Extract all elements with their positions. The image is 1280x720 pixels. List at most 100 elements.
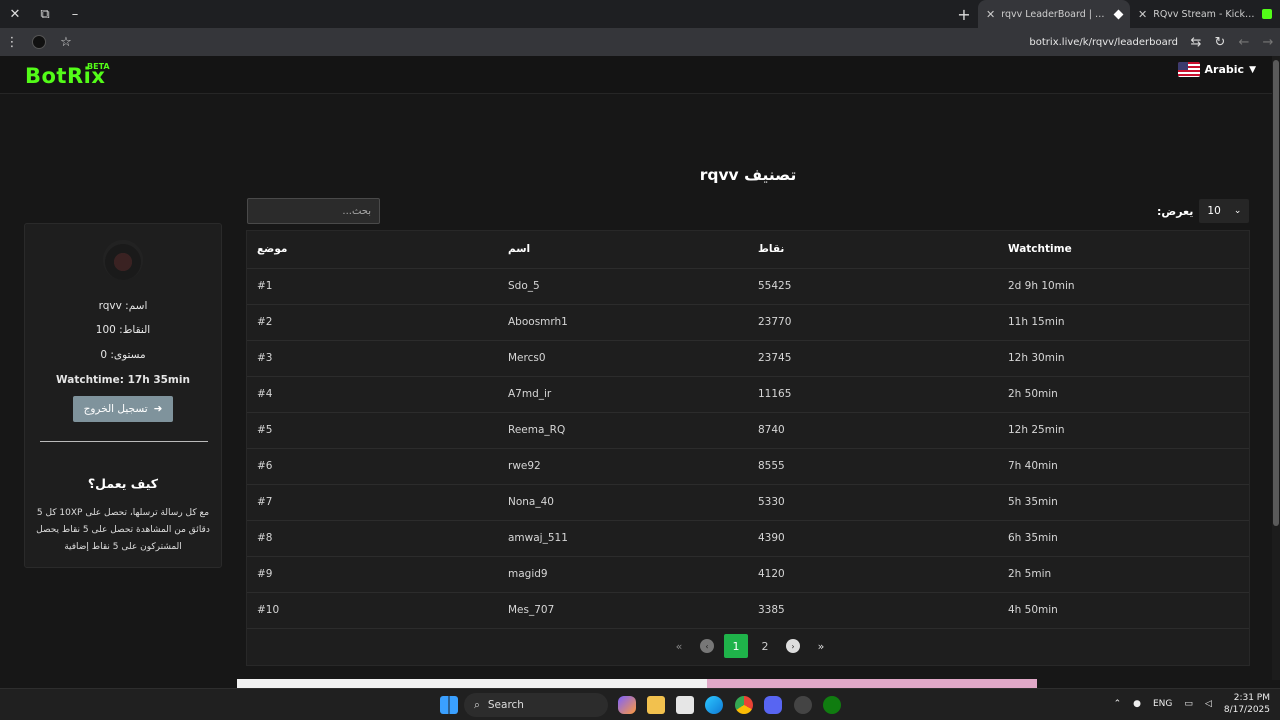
cell-position: #3 [247, 340, 498, 377]
taskbar-search[interactable]: ⌕ Search [464, 693, 608, 717]
microphone-icon[interactable]: ● [1133, 699, 1141, 709]
xbox-icon[interactable] [823, 696, 841, 714]
windows-start-icon[interactable] [440, 696, 458, 714]
logout-label: تسجيل الخروج [83, 403, 148, 415]
us-flag-icon [1177, 62, 1200, 77]
cell-points: 8555 [748, 448, 998, 485]
cell-name: Nona_40 [498, 484, 748, 521]
table-row: #1 Sdo_5 55425 2d 9h 10min [247, 268, 1249, 305]
steam-icon[interactable] [794, 696, 812, 714]
clock-time: 2:31 PM [1233, 693, 1270, 703]
copilot-icon[interactable] [618, 696, 636, 714]
botrix-favicon [1113, 9, 1124, 19]
new-tab-button[interactable]: + [950, 0, 978, 28]
table-row: #5 Reema_RQ 8740 12h 25min [247, 412, 1249, 449]
language-label: Arabic [1204, 63, 1245, 76]
rows-per-page-value: 10 [1207, 205, 1221, 217]
header-position: موضع [247, 231, 498, 269]
tab-leaderboard[interactable]: ✕ rqvv LeaderBoard | The best Ch [978, 0, 1130, 28]
back-icon[interactable]: ← [1232, 28, 1256, 56]
menu-icon[interactable]: ⋮ [0, 28, 24, 56]
user-level: مستوى: 0 [100, 349, 146, 361]
cell-name: rwe92 [498, 448, 748, 485]
table-row: #3 Mercs0 23745 12h 30min [247, 340, 1249, 377]
forward-icon[interactable]: → [1256, 28, 1280, 56]
edge-icon[interactable] [705, 696, 723, 714]
prev-page-button[interactable]: ‹ [700, 639, 714, 653]
tab-title: rqvv LeaderBoard | The best Ch [1001, 8, 1109, 20]
cell-watchtime: 5h 35min [998, 484, 1249, 521]
close-tab-icon[interactable]: ✕ [986, 8, 995, 21]
first-page-button[interactable]: « [668, 635, 690, 657]
search-icon: ⌕ [474, 698, 480, 711]
browser-tab-bar: ✕ ⧉ – + ✕ rqvv LeaderBoard | The best Ch… [0, 0, 1280, 28]
leaderboard-table: موضع اسم نقاط Watchtime #1 Sdo_5 55425 2… [247, 231, 1249, 629]
kick-favicon [1262, 9, 1272, 19]
table-header-row: موضع اسم نقاط Watchtime [247, 231, 1249, 269]
reload-icon[interactable]: ↻ [1208, 28, 1232, 56]
microsoft-store-icon[interactable] [676, 696, 694, 714]
restore-window-icon[interactable]: ⧉ [30, 0, 60, 28]
cell-name: magid9 [498, 556, 748, 593]
user-watchtime: Watchtime: 17h 35min [56, 374, 190, 386]
logout-button[interactable]: تسجيل الخروج ➜ [73, 396, 173, 422]
page-scrollbar[interactable] [1272, 56, 1280, 680]
site-header: BotRix BETA Arabic ▼ [0, 56, 1272, 94]
cell-points: 23770 [748, 304, 998, 341]
cell-watchtime: 2d 9h 10min [998, 268, 1249, 305]
bookmark-star-icon[interactable]: ☆ [54, 28, 78, 56]
close-tab-icon[interactable]: ✕ [1138, 8, 1147, 21]
cell-position: #2 [247, 304, 498, 341]
site-settings-icon[interactable]: ⇆ [1184, 28, 1208, 56]
page-title: تصنيف rqvv [699, 166, 797, 184]
cell-watchtime: 11h 15min [998, 304, 1249, 341]
cell-name: Mercs0 [498, 340, 748, 377]
close-window-icon[interactable]: ✕ [0, 0, 30, 28]
volume-icon[interactable]: ◁ [1205, 699, 1212, 709]
system-tray: ⌃ ● ENG ▭ ◁ 2:31 PM 8/17/2025 [1114, 692, 1270, 716]
cell-position: #8 [247, 520, 498, 557]
rows-per-page: يعرض: 10 ⌄ [1157, 199, 1250, 223]
show-label: يعرض: [1157, 204, 1194, 218]
minimize-window-icon[interactable]: – [60, 0, 90, 28]
rows-per-page-select[interactable]: 10 ⌄ [1199, 199, 1250, 223]
chevron-down-icon: ▼ [1249, 64, 1256, 75]
cell-name: A7md_ir [498, 376, 748, 413]
cell-name: Sdo_5 [498, 268, 748, 305]
url-text[interactable]: botrix.live/k/rqvv/leaderboard [1029, 37, 1178, 48]
windows-taskbar: ⌕ Search ⌃ ● ENG ▭ ◁ 2:31 PM 8/17/2025 [0, 688, 1280, 720]
table-row: #7 Nona_40 5330 5h 35min [247, 484, 1249, 521]
cell-watchtime: 7h 40min [998, 448, 1249, 485]
language-selector[interactable]: Arabic ▼ [1177, 62, 1256, 77]
cell-name: amwaj_511 [498, 520, 748, 557]
tab-kick-dashboard[interactable]: ✕ RQvv Stream - Kick Dashboard [1130, 0, 1280, 28]
header-name: اسم [498, 231, 748, 269]
clock[interactable]: 2:31 PM 8/17/2025 [1224, 692, 1270, 716]
page-1-button[interactable]: 1 [724, 634, 748, 658]
discord-icon[interactable] [764, 696, 782, 714]
scrollbar-thumb[interactable] [1273, 60, 1279, 526]
logout-icon: ➜ [153, 403, 163, 415]
last-page-button[interactable]: » [810, 635, 832, 657]
file-explorer-icon[interactable] [647, 696, 665, 714]
cell-position: #9 [247, 556, 498, 593]
ad-banner-image[interactable] [707, 679, 1037, 688]
search-input[interactable] [247, 198, 380, 224]
cell-position: #4 [247, 376, 498, 413]
cell-points: 8740 [748, 412, 998, 449]
profile-icon[interactable] [32, 35, 46, 49]
table-row: #4 A7md_ir 11165 2h 50min [247, 376, 1249, 413]
page-2-button[interactable]: 2 [754, 635, 776, 657]
cell-name: Mes_707 [498, 592, 748, 629]
cell-points: 4390 [748, 520, 998, 557]
next-page-button[interactable]: › [786, 639, 800, 653]
language-indicator[interactable]: ENG [1153, 699, 1172, 709]
cell-points: 4120 [748, 556, 998, 593]
chevron-up-icon[interactable]: ⌃ [1114, 699, 1122, 709]
cell-position: #7 [247, 484, 498, 521]
table-row: #6 rwe92 8555 7h 40min [247, 448, 1249, 485]
leaderboard-table-card: موضع اسم نقاط Watchtime #1 Sdo_5 55425 2… [246, 230, 1250, 666]
chrome-icon[interactable] [735, 696, 753, 714]
cell-points: 23745 [748, 340, 998, 377]
network-icon[interactable]: ▭ [1184, 699, 1193, 709]
